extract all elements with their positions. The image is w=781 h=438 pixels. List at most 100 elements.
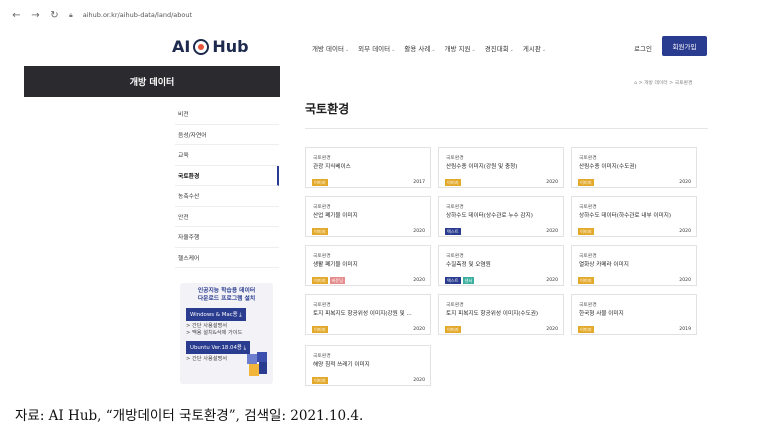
download-icon: ⤓ [239, 311, 242, 318]
data-type-badge: 이미지 [578, 228, 594, 236]
card-category: 국토환경 [313, 205, 331, 210]
data-type-badge: 이미지 [578, 277, 594, 285]
reload-icon[interactable]: ↻ [50, 10, 59, 21]
address-bar[interactable]: aihub.or.kr/aihub-data/land/about [83, 11, 192, 19]
card-tags: 이미지 [312, 179, 328, 187]
card-tags: 이미지 [578, 326, 594, 334]
card-title: 토지 피복지도 항공위성 이미지(강원 및 ... [313, 311, 412, 317]
card-year: 2017 [413, 180, 425, 185]
dataset-card[interactable]: 국토환경 해양 침적 쓰레기 이미지 이미지 2020 [305, 345, 431, 386]
logo-hub-text: Hub [212, 37, 249, 56]
dataset-card[interactable]: 국토환경한국형 사물 이미지이미지 2019 [571, 294, 697, 335]
card-year: 2020 [679, 180, 691, 185]
mac-guide-link[interactable]: > 맥용 설치&삭제 가이드 [186, 330, 267, 338]
nav-item-support[interactable]: 개방 지원⌄ [445, 43, 476, 53]
back-icon[interactable]: ← [12, 10, 21, 21]
card-category: 국토환경 [313, 303, 331, 308]
data-type-badge: 텍스트 [445, 228, 461, 236]
card-category: 국토환경 [446, 156, 464, 161]
card-title: 한국형 사물 이미지 [579, 311, 624, 317]
dataset-card[interactable]: 국토환경토지 피복지도 항공위성 이미지(강원 및 ... 이미지 2020 [305, 294, 431, 335]
card-title: 상하수도 데이터(하수관로 내부 이미지) [579, 213, 672, 219]
card-title: 토지 피복지도 항공위성 이미지(수도권) [446, 311, 539, 317]
dataset-card[interactable]: 국토환경 수질측정 및 오염원 텍스트 센서 2020 [438, 245, 564, 286]
data-cubes-icon [247, 352, 267, 376]
site-logo[interactable]: AI Hub [172, 37, 249, 56]
data-type-badge: 바운딩 [329, 277, 346, 285]
nav-label: 외부 데이터 [358, 45, 391, 53]
dataset-card[interactable]: 국토환경 열화상 카메라 이미지 이미지 2020 [571, 245, 697, 286]
card-tags: 텍스트 [445, 228, 461, 236]
sidebar-item-agriculture[interactable]: 농축수산 [175, 186, 279, 207]
card-year: 2019 [679, 327, 691, 332]
windows-mac-download-button[interactable]: Windows & Mac용 ⤓ [186, 307, 246, 321]
sidebar-title: 개방 데이터 [24, 66, 280, 97]
card-title: 해양 침적 쓰레기 이미지 [313, 362, 370, 368]
signup-button[interactable]: 회원가입 [662, 36, 707, 56]
card-tags: 이미지 [312, 228, 328, 236]
sidebar-item-speech-nlp[interactable]: 음성/자연어 [175, 125, 279, 145]
nav-item-external-data[interactable]: 외부 데이터⌄ [358, 43, 395, 53]
card-tags: 텍스트 센서 [445, 277, 475, 285]
dataset-card[interactable]: 국토환경산업 폐기물 이미지이미지 2020 [305, 196, 431, 237]
sidebar-item-education[interactable]: 교육 [175, 145, 279, 166]
nav-item-board[interactable]: 게시판⌄ [523, 43, 546, 53]
sidebar-item-vision[interactable]: 비전 [175, 104, 279, 125]
nav-label: 개방 지원 [444, 45, 471, 53]
figure-caption: 자료: AI Hub, “개방데이터 국토환경”, 검색일: 2021.10.4… [15, 408, 364, 424]
page: ← → ↻ 🔒︎ aihub.or.kr/aihub-data/land/abo… [0, 0, 781, 438]
data-type-badge: 이미지 [445, 326, 461, 334]
home-icon[interactable]: ⌂ [634, 81, 637, 86]
card-tags: 이미지 [445, 326, 461, 334]
chevron-down-icon: ⌄ [509, 47, 514, 53]
sidebar-menu: 비전 음성/자연어 교육 국토환경 농축수산 안전 자율주행 헬스케어 [175, 104, 279, 268]
dataset-card[interactable]: 국토환경 생활 폐기물 이미지 이미지 바운딩 2020 [305, 245, 431, 286]
browser-bar: ← → ↻ 🔒︎ aihub.or.kr/aihub-data/land/abo… [0, 0, 781, 30]
data-type-badge: 이미지 [312, 326, 328, 334]
nav-item-contest[interactable]: 경진대회⌄ [485, 43, 514, 53]
card-category: 국토환경 [313, 354, 331, 359]
dataset-card[interactable]: 국토환경 산림수종 이미지(강원 및 충청) 이미지 2020 [438, 147, 564, 188]
data-type-badge: 이미지 [578, 179, 594, 187]
sidebar-item-safety[interactable]: 안전 [175, 207, 279, 227]
card-category: 국토환경 [446, 205, 464, 210]
breadcrumb-path: > 개방 데이터 > 국토환경 [638, 81, 693, 86]
sidebar-item-healthcare[interactable]: 헬스케어 [175, 248, 279, 268]
card-title: 상하수도 데이터(상수관로 누수 감지) [446, 213, 533, 219]
chevron-down-icon: ⌄ [541, 47, 547, 53]
card-tags: 이미지 [312, 326, 328, 334]
chevron-down-icon: ⌄ [431, 47, 436, 53]
sidebar-item-land-environment[interactable]: 국토환경 [175, 165, 279, 186]
nav-label: 활용 사례 [404, 45, 431, 53]
data-type-badge: 이미지 [312, 277, 328, 285]
card-title: 산업 폐기물 이미지 [313, 213, 358, 219]
data-type-badge: 센서 [462, 277, 475, 285]
nav-item-open-data[interactable]: 개방 데이터⌄ [312, 43, 349, 53]
card-year: 2020 [413, 229, 425, 234]
nav-label: 게시판 [522, 45, 541, 53]
card-title: 관광 지식베이스 [313, 164, 351, 170]
sidebar-item-autonomous-driving[interactable]: 자율주행 [175, 227, 279, 248]
dataset-card[interactable]: 국토환경 산림수종 이미지(수도권) 이미지 2020 [571, 147, 697, 188]
login-link[interactable]: 로그인 [634, 43, 652, 53]
dataset-card[interactable]: 국토환경 토지 피복지도 항공위성 이미지(수도권) 이미지 2020 [438, 294, 564, 335]
card-year: 2020 [413, 327, 425, 332]
card-year: 2020 [413, 278, 425, 283]
card-title: 산림수종 이미지(강원 및 충청) [446, 164, 518, 170]
dataset-card[interactable]: 국토환경 관광 지식베이스 이미지 2017 [305, 147, 431, 188]
card-category: 국토환경 [579, 303, 597, 308]
data-type-badge: 이미지 [578, 326, 594, 334]
card-tags: 이미지 [445, 179, 461, 187]
data-type-badge: 이미지 [312, 179, 328, 187]
card-year: 2020 [679, 278, 691, 283]
forward-icon[interactable]: → [31, 10, 40, 21]
main-nav: 개방 데이터⌄ 외부 데이터⌄ 활용 사례⌄ 개방 지원⌄ 경진대회⌄ 게시판⌄ [312, 43, 546, 53]
card-year: 2020 [546, 229, 558, 234]
ubuntu-download-button[interactable]: Ubuntu Ver.18.04용 ⤓ [186, 341, 250, 355]
data-type-badge: 텍스트 [445, 277, 461, 285]
dataset-card[interactable]: 국토환경상하수도 데이터(상수관로 누수 감지) 텍스트 2020 [438, 196, 564, 237]
dataset-card[interactable]: 국토환경 상하수도 데이터(하수관로 내부 이미지) 이미지 2020 [571, 196, 697, 237]
nav-item-use-cases[interactable]: 활용 사례⌄ [404, 43, 435, 53]
card-tags: 이미지 바운딩 [312, 277, 346, 285]
chevron-down-icon: ⌄ [471, 47, 476, 53]
